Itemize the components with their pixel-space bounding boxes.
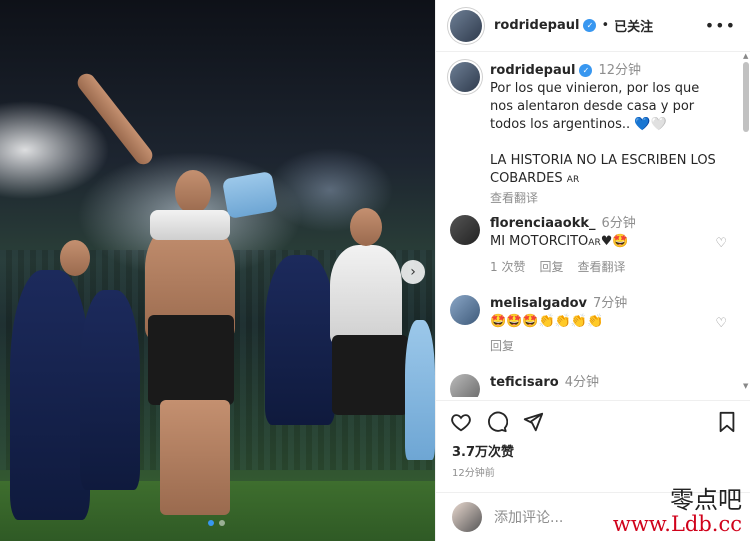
flag-label: AR bbox=[588, 238, 601, 248]
avatar bbox=[452, 502, 482, 532]
share-icon[interactable] bbox=[522, 411, 544, 433]
comment-likes[interactable]: 1 次赞 bbox=[490, 258, 525, 276]
watermark: 零点吧 www.Ldb.cc bbox=[612, 486, 742, 537]
player-legs bbox=[160, 400, 230, 515]
follow-status-button[interactable]: 已关注 bbox=[614, 16, 653, 35]
player-head bbox=[60, 240, 90, 276]
comment-item: teficisaro 4分钟 bbox=[450, 374, 731, 397]
verified-icon: ✓ bbox=[579, 64, 593, 77]
bookmark-icon[interactable] bbox=[717, 411, 737, 433]
flag-label: AR bbox=[566, 175, 580, 185]
post-header: rodridepaul ✓ • 已关注 ••• bbox=[436, 0, 750, 52]
comment-time: 7分钟 bbox=[593, 296, 628, 311]
reply-button[interactable]: 回复 bbox=[490, 337, 514, 355]
player-shorts bbox=[148, 315, 234, 405]
caption-username[interactable]: rodridepaul bbox=[490, 63, 575, 78]
heart-icon[interactable] bbox=[450, 411, 472, 433]
post-side-panel: rodridepaul ✓ • 已关注 ••• rodridepaul ✓ 12分钟… bbox=[435, 0, 750, 541]
comment-username[interactable]: melisalgadov bbox=[490, 296, 587, 311]
caption-time: 12分钟 bbox=[598, 63, 641, 78]
avatar[interactable] bbox=[450, 62, 480, 92]
watermark-line2: www.Ldb.cc bbox=[612, 512, 742, 537]
instagram-post-window: › rodridepaul ✓ • 已关注 ••• rodridepaul ✓ 12… bbox=[0, 0, 750, 541]
scroll-down-icon[interactable]: ▼ bbox=[743, 382, 748, 390]
translate-link[interactable]: 查看翻译 bbox=[577, 258, 625, 276]
comment-icon[interactable] bbox=[486, 411, 508, 433]
player-head bbox=[350, 208, 382, 246]
comment-time: 6分钟 bbox=[601, 216, 636, 231]
caption-text-2: LA HISTORIA NO LA ESCRIBEN LOS COBARDES bbox=[490, 153, 716, 186]
scarf bbox=[150, 210, 230, 240]
comment-item: florenciaaokk_ 6分钟 MI MOTORCITOAR♥🤩 1 次赞 … bbox=[450, 215, 731, 276]
comment-emoji: ♥🤩 bbox=[600, 234, 629, 249]
post-photo[interactable]: › bbox=[0, 0, 435, 541]
caption-text: Por los que vinieron, por los que nos al… bbox=[490, 81, 700, 132]
likes-count[interactable]: 3.7万次赞 bbox=[436, 441, 750, 460]
avatar[interactable] bbox=[450, 215, 480, 245]
carousel-dots bbox=[208, 520, 225, 526]
translate-link[interactable]: 查看翻译 bbox=[490, 189, 725, 207]
player-figure bbox=[265, 255, 335, 425]
verified-icon: ✓ bbox=[583, 19, 597, 32]
separator: • bbox=[601, 18, 610, 33]
raised-arm bbox=[74, 70, 156, 168]
comments-list: rodridepaul ✓ 12分钟 Por los que vinieron, p… bbox=[436, 52, 741, 397]
scrollbar-thumb[interactable] bbox=[743, 62, 749, 132]
player-figure bbox=[80, 290, 140, 490]
comments-scrollbar[interactable]: ▲ ▼ bbox=[743, 52, 749, 392]
post-time: 12分钟前 bbox=[452, 468, 495, 479]
avatar[interactable] bbox=[450, 374, 480, 397]
next-arrow-icon[interactable]: › bbox=[401, 260, 425, 284]
waved-shirt bbox=[221, 170, 279, 220]
comment-username[interactable]: teficisaro bbox=[490, 375, 559, 390]
avatar[interactable] bbox=[450, 9, 482, 42]
comment-text: MI MOTORCITO bbox=[490, 234, 589, 249]
comment-text: 🤩🤩🤩👏👏👏👏 bbox=[490, 314, 604, 329]
caption-emoji: 💙🤍 bbox=[634, 117, 667, 132]
player-head bbox=[175, 170, 211, 214]
comment-item: melisalgadov 7分钟 🤩🤩🤩👏👏👏👏 回复 bbox=[450, 295, 731, 355]
comment-time: 4分钟 bbox=[564, 375, 599, 390]
heart-icon[interactable]: ♡ bbox=[715, 316, 727, 331]
avatar[interactable] bbox=[450, 295, 480, 325]
caption: rodridepaul ✓ 12分钟 Por los que vinieron, p… bbox=[450, 62, 731, 207]
scroll-up-icon[interactable]: ▲ bbox=[743, 52, 748, 60]
heart-icon[interactable]: ♡ bbox=[715, 236, 727, 251]
player-figure bbox=[405, 320, 435, 460]
add-comment-input[interactable]: 添加评论... bbox=[494, 507, 563, 527]
comment-username[interactable]: florenciaaokk_ bbox=[490, 216, 595, 231]
watermark-line1: 零点吧 bbox=[670, 486, 742, 514]
header-username[interactable]: rodridepaul bbox=[494, 18, 579, 33]
player-shorts bbox=[332, 335, 408, 415]
reply-button[interactable]: 回复 bbox=[539, 258, 563, 276]
player-figure bbox=[10, 270, 90, 520]
more-icon[interactable]: ••• bbox=[705, 16, 736, 35]
player-shirt bbox=[330, 245, 402, 345]
